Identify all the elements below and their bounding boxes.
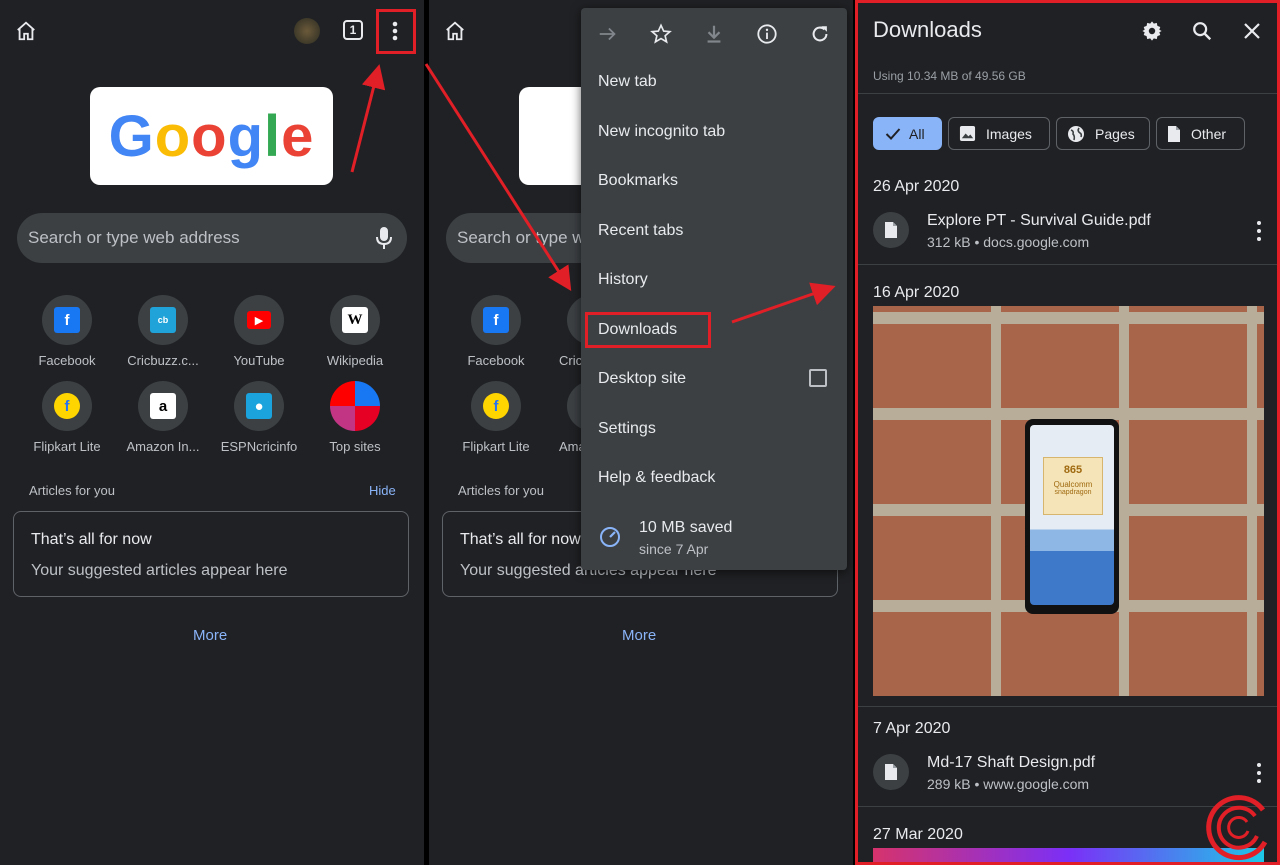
arrow-to-downloads-item bbox=[424, 63, 572, 292]
annotation-arrows bbox=[350, 63, 836, 324]
arrow-to-downloads-page bbox=[731, 282, 836, 324]
arrow-to-menu bbox=[350, 64, 386, 173]
